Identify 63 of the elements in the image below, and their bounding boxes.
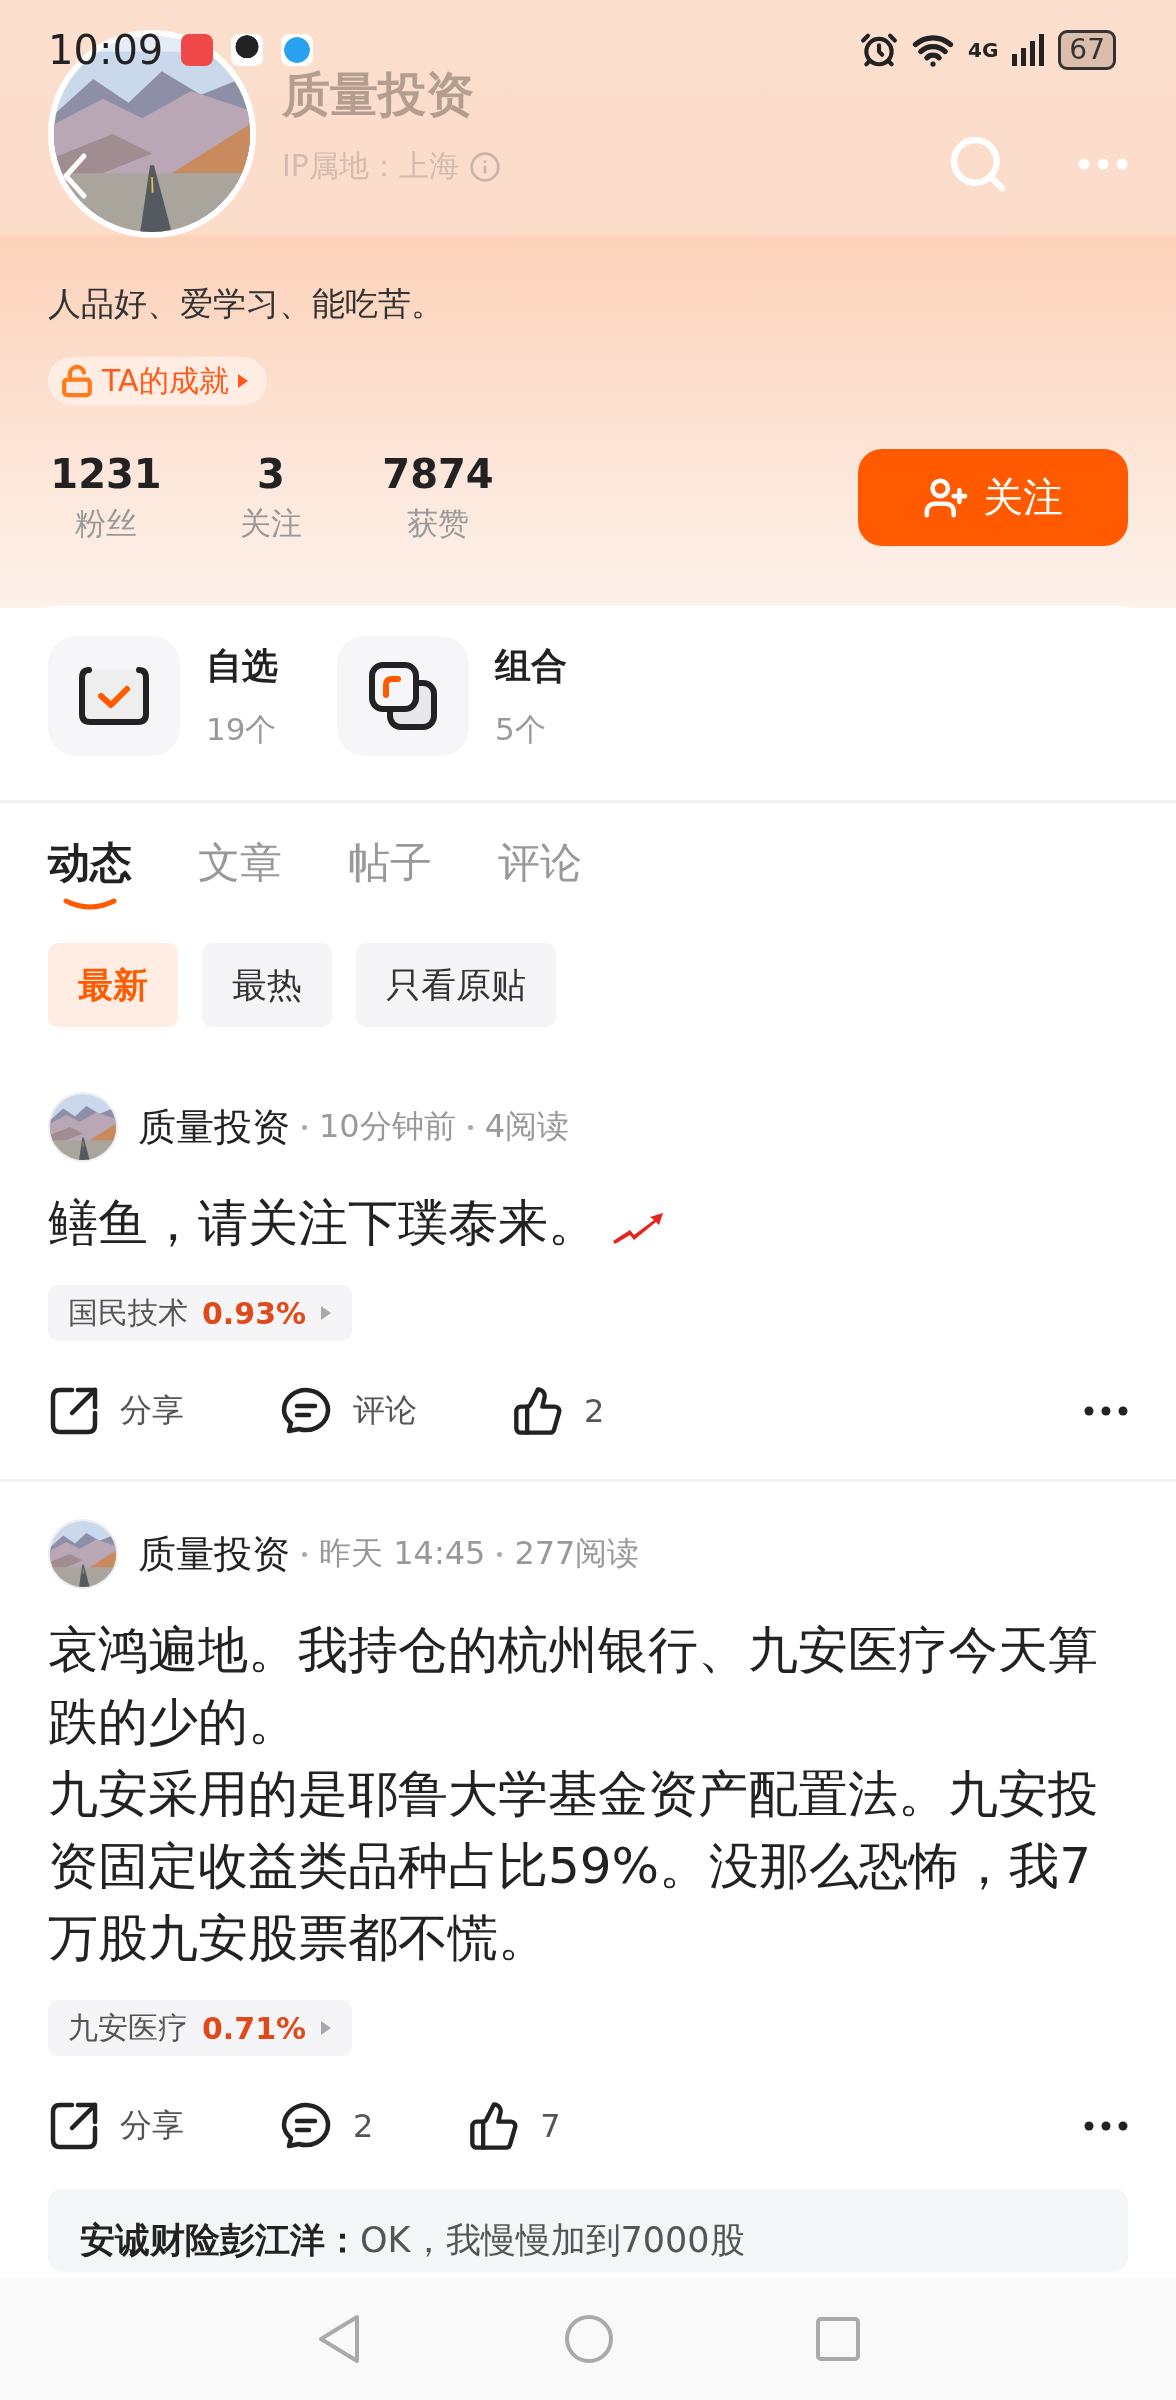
back-icon[interactable]	[62, 152, 88, 200]
app-icon	[231, 34, 264, 66]
like-button[interactable]: 7	[468, 2100, 561, 2152]
tab-underline	[62, 897, 118, 911]
stat-label: 获赞	[407, 503, 469, 543]
app-icon	[281, 34, 314, 66]
tab[interactable]: 动态	[48, 835, 132, 913]
dot-icon	[497, 1551, 503, 1557]
author-name[interactable]: 质量投资	[138, 1101, 290, 1153]
app-icon	[181, 34, 214, 66]
dot-icon	[467, 1124, 473, 1130]
more-button[interactable]	[1084, 2121, 1128, 2131]
alarm-icon	[860, 31, 898, 69]
overlapping-squares-icon	[366, 659, 440, 733]
post-text: 九安采用的是耶鲁大学基金资产配置法。九安投资固定收益类品种占比59%。没那么恐怖，我7万股九安股票都不慌。	[48, 1765, 1098, 1967]
profile-bio: 人品好、爱学习、能吃苦。	[48, 283, 445, 325]
filter-chip[interactable]: 只看原贴	[356, 943, 556, 1027]
comment-button[interactable]: 2	[279, 2099, 374, 2153]
battery-indicator: 67	[1058, 30, 1116, 70]
shortcut-title[interactable]: 自选	[206, 641, 278, 691]
post-text: 哀鸿遍地。我持仓的杭州银行、九安医疗今天算跌的少的。	[48, 1621, 1098, 1751]
shortcut-count: 5个	[495, 709, 547, 749]
filter-chip[interactable]: 最热	[202, 943, 332, 1027]
read-count: 277阅读	[514, 1533, 640, 1574]
shortcut-count: 19个	[206, 709, 278, 749]
author-name[interactable]: 质量投资	[138, 1528, 290, 1580]
checkbox-icon	[77, 664, 151, 728]
reply-preview[interactable]: 安诚财险彭江洋：OK，我慢慢加到7000股	[48, 2189, 1128, 2272]
read-count: 4阅读	[484, 1106, 570, 1147]
stat-value: 7874	[382, 450, 494, 497]
share-button[interactable]: 分享	[48, 2100, 184, 2152]
network-label: 4G	[968, 38, 999, 62]
more-icon	[1084, 1406, 1128, 1416]
share-icon	[48, 1385, 100, 1437]
shortcut-tile[interactable]	[48, 636, 180, 756]
caret-icon	[320, 2020, 333, 2036]
caret-icon	[320, 1305, 333, 1321]
more-icon	[1084, 2121, 1128, 2131]
padlock-icon	[60, 364, 94, 398]
shortcut-tile[interactable]	[337, 636, 469, 756]
stat-label: 关注	[240, 503, 302, 543]
dot-icon	[302, 1551, 307, 1557]
post-time: 昨天 14:45	[319, 1533, 486, 1574]
more-button[interactable]	[1084, 1406, 1128, 1416]
signal-icon	[1012, 34, 1045, 66]
stat-label: 粉丝	[75, 503, 137, 543]
comment-button[interactable]: 评论	[279, 1384, 417, 1438]
share-icon	[48, 2100, 100, 2152]
stock-tag[interactable]: 九安医疗 0.71%	[48, 2000, 353, 2056]
profile-name: 质量投资	[282, 70, 475, 118]
stock-tag[interactable]: 国民技术 0.93%	[48, 1285, 353, 1341]
post-text: 鳝鱼，请关注下璞泰来。	[48, 1194, 598, 1252]
like-button[interactable]: 2	[512, 1385, 605, 1437]
reply-text: 安诚财险彭江洋：OK，我慢慢加到7000股	[80, 2220, 745, 2260]
stat-value: 3	[257, 450, 285, 497]
shortcut-title[interactable]: 组合	[495, 641, 567, 691]
share-button[interactable]: 分享	[48, 1385, 184, 1437]
dot-icon	[302, 1124, 307, 1130]
status-time: 10:09	[48, 27, 164, 73]
post-time: 10分钟前	[319, 1106, 456, 1147]
thumbs-up-icon	[512, 1385, 564, 1437]
caret-icon	[236, 373, 249, 389]
stat-value: 1231	[50, 450, 162, 497]
